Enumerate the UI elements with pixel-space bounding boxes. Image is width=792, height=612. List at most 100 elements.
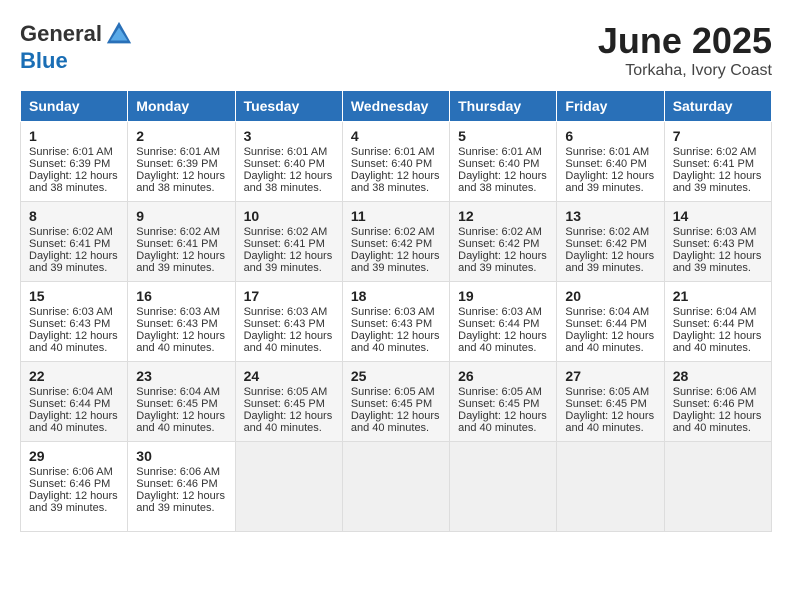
calendar-cell: 18 Sunrise: 6:03 AM Sunset: 6:43 PM Dayl…	[342, 282, 449, 362]
calendar-header-friday: Friday	[557, 91, 664, 122]
day-number: 27	[565, 368, 655, 384]
sunrise-label: Sunrise: 6:02 AM	[458, 226, 542, 238]
calendar-cell: 4 Sunrise: 6:01 AM Sunset: 6:40 PM Dayli…	[342, 122, 449, 202]
day-number: 24	[244, 368, 334, 384]
sunrise-label: Sunrise: 6:03 AM	[673, 226, 757, 238]
calendar-cell: 16 Sunrise: 6:03 AM Sunset: 6:43 PM Dayl…	[128, 282, 235, 362]
day-number: 15	[29, 288, 119, 304]
sunset-label: Sunset: 6:44 PM	[29, 398, 110, 410]
calendar-cell: 14 Sunrise: 6:03 AM Sunset: 6:43 PM Dayl…	[664, 202, 771, 282]
calendar-cell: 30 Sunrise: 6:06 AM Sunset: 6:46 PM Dayl…	[128, 442, 235, 532]
daylight-label: Daylight: 12 hours and 39 minutes.	[673, 250, 762, 274]
calendar-cell: 3 Sunrise: 6:01 AM Sunset: 6:40 PM Dayli…	[235, 122, 342, 202]
sunset-label: Sunset: 6:40 PM	[565, 158, 646, 170]
day-number: 6	[565, 128, 655, 144]
sunrise-label: Sunrise: 6:04 AM	[673, 306, 757, 318]
sunrise-label: Sunrise: 6:03 AM	[136, 306, 220, 318]
sunset-label: Sunset: 6:41 PM	[673, 158, 754, 170]
daylight-label: Daylight: 12 hours and 39 minutes.	[136, 490, 225, 514]
daylight-label: Daylight: 12 hours and 39 minutes.	[673, 170, 762, 194]
calendar-cell: 20 Sunrise: 6:04 AM Sunset: 6:44 PM Dayl…	[557, 282, 664, 362]
sunrise-label: Sunrise: 6:02 AM	[673, 146, 757, 158]
day-number: 19	[458, 288, 548, 304]
day-number: 10	[244, 208, 334, 224]
daylight-label: Daylight: 12 hours and 40 minutes.	[458, 410, 547, 434]
sunrise-label: Sunrise: 6:02 AM	[29, 226, 113, 238]
daylight-label: Daylight: 12 hours and 38 minutes.	[458, 170, 547, 194]
daylight-label: Daylight: 12 hours and 38 minutes.	[351, 170, 440, 194]
sunset-label: Sunset: 6:45 PM	[244, 398, 325, 410]
day-number: 30	[136, 448, 226, 464]
sunrise-label: Sunrise: 6:04 AM	[136, 386, 220, 398]
daylight-label: Daylight: 12 hours and 40 minutes.	[244, 330, 333, 354]
calendar-cell	[235, 442, 342, 532]
daylight-label: Daylight: 12 hours and 40 minutes.	[29, 330, 118, 354]
daylight-label: Daylight: 12 hours and 39 minutes.	[244, 250, 333, 274]
calendar-cell: 21 Sunrise: 6:04 AM Sunset: 6:44 PM Dayl…	[664, 282, 771, 362]
title-block: June 2025 Torkaha, Ivory Coast	[598, 20, 772, 80]
sunset-label: Sunset: 6:41 PM	[244, 238, 325, 250]
sunrise-label: Sunrise: 6:01 AM	[565, 146, 649, 158]
calendar-cell	[557, 442, 664, 532]
calendar-header-row: SundayMondayTuesdayWednesdayThursdayFrid…	[21, 91, 772, 122]
day-number: 1	[29, 128, 119, 144]
sunset-label: Sunset: 6:39 PM	[136, 158, 217, 170]
page-header: General Blue June 2025 Torkaha, Ivory Co…	[20, 20, 772, 80]
calendar-header-saturday: Saturday	[664, 91, 771, 122]
calendar-cell: 12 Sunrise: 6:02 AM Sunset: 6:42 PM Dayl…	[450, 202, 557, 282]
sunset-label: Sunset: 6:43 PM	[351, 318, 432, 330]
calendar-cell: 7 Sunrise: 6:02 AM Sunset: 6:41 PM Dayli…	[664, 122, 771, 202]
sunrise-label: Sunrise: 6:05 AM	[244, 386, 328, 398]
calendar-cell: 22 Sunrise: 6:04 AM Sunset: 6:44 PM Dayl…	[21, 362, 128, 442]
sunset-label: Sunset: 6:44 PM	[458, 318, 539, 330]
sunset-label: Sunset: 6:43 PM	[136, 318, 217, 330]
sunset-label: Sunset: 6:40 PM	[351, 158, 432, 170]
logo: General Blue	[20, 20, 133, 74]
day-number: 11	[351, 208, 441, 224]
location-title: Torkaha, Ivory Coast	[598, 62, 772, 80]
sunrise-label: Sunrise: 6:05 AM	[458, 386, 542, 398]
day-number: 3	[244, 128, 334, 144]
calendar-cell: 2 Sunrise: 6:01 AM Sunset: 6:39 PM Dayli…	[128, 122, 235, 202]
day-number: 21	[673, 288, 763, 304]
daylight-label: Daylight: 12 hours and 40 minutes.	[351, 330, 440, 354]
sunrise-label: Sunrise: 6:04 AM	[565, 306, 649, 318]
sunrise-label: Sunrise: 6:01 AM	[351, 146, 435, 158]
calendar-cell: 19 Sunrise: 6:03 AM Sunset: 6:44 PM Dayl…	[450, 282, 557, 362]
sunset-label: Sunset: 6:41 PM	[29, 238, 110, 250]
calendar-cell: 29 Sunrise: 6:06 AM Sunset: 6:46 PM Dayl…	[21, 442, 128, 532]
sunset-label: Sunset: 6:40 PM	[244, 158, 325, 170]
daylight-label: Daylight: 12 hours and 40 minutes.	[136, 330, 225, 354]
calendar-cell: 11 Sunrise: 6:02 AM Sunset: 6:42 PM Dayl…	[342, 202, 449, 282]
calendar-cell: 28 Sunrise: 6:06 AM Sunset: 6:46 PM Dayl…	[664, 362, 771, 442]
sunset-label: Sunset: 6:43 PM	[673, 238, 754, 250]
daylight-label: Daylight: 12 hours and 40 minutes.	[136, 410, 225, 434]
day-number: 18	[351, 288, 441, 304]
sunrise-label: Sunrise: 6:01 AM	[458, 146, 542, 158]
sunrise-label: Sunrise: 6:02 AM	[351, 226, 435, 238]
sunrise-label: Sunrise: 6:06 AM	[673, 386, 757, 398]
calendar-cell: 13 Sunrise: 6:02 AM Sunset: 6:42 PM Dayl…	[557, 202, 664, 282]
calendar-header-thursday: Thursday	[450, 91, 557, 122]
calendar-header-tuesday: Tuesday	[235, 91, 342, 122]
daylight-label: Daylight: 12 hours and 39 minutes.	[565, 250, 654, 274]
day-number: 25	[351, 368, 441, 384]
calendar-cell: 23 Sunrise: 6:04 AM Sunset: 6:45 PM Dayl…	[128, 362, 235, 442]
calendar-cell	[450, 442, 557, 532]
calendar-header-sunday: Sunday	[21, 91, 128, 122]
sunrise-label: Sunrise: 6:06 AM	[136, 466, 220, 478]
calendar-header-monday: Monday	[128, 91, 235, 122]
calendar-cell: 5 Sunrise: 6:01 AM Sunset: 6:40 PM Dayli…	[450, 122, 557, 202]
sunset-label: Sunset: 6:45 PM	[136, 398, 217, 410]
daylight-label: Daylight: 12 hours and 39 minutes.	[29, 490, 118, 514]
day-number: 16	[136, 288, 226, 304]
sunset-label: Sunset: 6:43 PM	[244, 318, 325, 330]
sunrise-label: Sunrise: 6:03 AM	[244, 306, 328, 318]
daylight-label: Daylight: 12 hours and 39 minutes.	[351, 250, 440, 274]
calendar-cell: 24 Sunrise: 6:05 AM Sunset: 6:45 PM Dayl…	[235, 362, 342, 442]
sunset-label: Sunset: 6:44 PM	[565, 318, 646, 330]
daylight-label: Daylight: 12 hours and 39 minutes.	[29, 250, 118, 274]
sunset-label: Sunset: 6:40 PM	[458, 158, 539, 170]
daylight-label: Daylight: 12 hours and 40 minutes.	[29, 410, 118, 434]
daylight-label: Daylight: 12 hours and 40 minutes.	[458, 330, 547, 354]
